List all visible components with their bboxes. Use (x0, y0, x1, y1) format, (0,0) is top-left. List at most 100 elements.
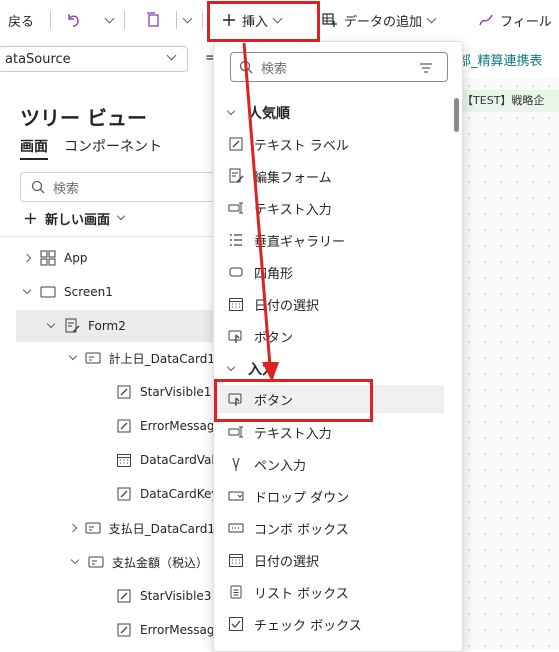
text-input-icon (228, 200, 244, 216)
tree-node-label: Form2 (88, 319, 126, 333)
formula-input[interactable]: 部_精算連携表 (458, 50, 543, 69)
menu-item-text-input[interactable]: テキスト入力 (216, 194, 444, 222)
tree-node-label: 計上日_DataCard1 (108, 351, 215, 366)
menu-item-label: 垂直ギャラリー (254, 234, 346, 250)
fields-button[interactable]: フィール (478, 0, 552, 40)
combo-box-icon (228, 520, 244, 536)
menu-item-list-box[interactable]: リスト ボックス (216, 578, 444, 606)
new-screen-label: 新しい画面 (45, 212, 111, 228)
search-icon (31, 180, 45, 194)
copy-button[interactable] (144, 0, 162, 40)
menu-item-date-picker[interactable]: 日付の選択 (216, 290, 444, 318)
tree-node-control[interactable]: ErrorMessage (110, 614, 215, 646)
section-label: 人気順 (248, 106, 290, 122)
menu-item-label: ドロップ ダウン (254, 490, 350, 506)
undo-button[interactable] (64, 0, 82, 40)
filter-icon[interactable] (419, 62, 433, 74)
section-popular[interactable]: 人気順 (226, 99, 290, 127)
tree-node-control[interactable]: DataCardValu (110, 444, 215, 476)
fields-label: フィール (500, 14, 552, 30)
chevron-down-icon (182, 13, 193, 23)
tree-node-label: DataCardKey1 (140, 487, 215, 501)
pen-icon (228, 456, 244, 472)
undo-dropdown[interactable] (104, 0, 115, 40)
screen-icon (40, 284, 56, 300)
back-button[interactable]: 戻る (8, 0, 34, 40)
menu-item-vertical-gallery[interactable]: 垂直ギャラリー (216, 226, 444, 254)
insert-search-input[interactable]: 検索 (230, 52, 448, 82)
tab-components[interactable]: コンポーネント (64, 136, 162, 156)
edit-icon (116, 486, 132, 502)
calendar-icon (228, 552, 244, 568)
menu-item-dropdown[interactable]: ドロップ ダウン (216, 482, 444, 510)
tree-node-datacard[interactable]: 計上日_DataCard1 (68, 342, 215, 374)
property-dropdown[interactable]: ataSource (0, 46, 188, 72)
tree-node-label: ErrorMessage (140, 419, 216, 433)
checkbox-icon (228, 616, 244, 632)
tree-node-app[interactable]: App (20, 242, 215, 274)
menu-item-label: テキスト入力 (254, 426, 332, 442)
section-input[interactable]: 入力 (226, 355, 276, 383)
toolbar-divider (202, 11, 203, 29)
menu-item-label: ペン入力 (254, 458, 307, 474)
card-icon (88, 554, 104, 570)
new-screen-button[interactable]: 新しい画面 (24, 208, 126, 228)
tab-screens[interactable]: 画面 (20, 136, 48, 156)
tree-divider (0, 236, 215, 237)
chevron-down-icon (272, 13, 283, 23)
tree-node-form2[interactable]: Form2 (16, 310, 215, 342)
menu-item-label: テキスト入力 (254, 202, 332, 218)
tree-node-control[interactable]: ErrorMessage (110, 410, 215, 442)
list-box-icon (228, 584, 244, 600)
add-data-button[interactable]: データの追加 (322, 0, 437, 40)
menu-item-edit-form[interactable]: 編集フォーム (216, 162, 444, 190)
text-input-icon (228, 424, 244, 440)
menu-item-label: 編集フォーム (254, 170, 332, 186)
chevron-right-icon (22, 253, 32, 263)
menu-item-combo-box[interactable]: コンボ ボックス (216, 514, 444, 542)
menu-item-checkbox[interactable]: チェック ボックス (216, 610, 444, 638)
chevron-down-icon (70, 555, 80, 565)
property-value: ataSource (5, 51, 71, 67)
chevron-down-icon (426, 13, 437, 23)
collapse-caret[interactable] (20, 285, 34, 295)
menu-scrollbar[interactable] (454, 98, 459, 132)
tree-node-control[interactable]: StarVisible1 (110, 376, 215, 408)
tree-node-control[interactable]: DataCardKey1 (110, 478, 215, 510)
tree-node-label: 支払日_DataCard1 (108, 521, 215, 536)
tree-node-datacard[interactable]: 支払日_DataCard1 (68, 512, 215, 544)
menu-item-button[interactable]: ボタン (216, 322, 444, 350)
menu-item-text-label[interactable]: テキスト ラベル (216, 130, 444, 158)
gallery-icon (228, 232, 244, 248)
expand-caret[interactable] (68, 523, 79, 533)
database-add-icon (322, 13, 337, 27)
collapse-caret[interactable] (44, 319, 58, 329)
tree-node-control[interactable]: StarVisible3 (110, 580, 215, 612)
tree-node-label: DataCardValu (140, 453, 216, 467)
insert-label: 挿入 (242, 14, 269, 30)
dropdown-icon (228, 488, 244, 504)
menu-item-text-input[interactable]: テキスト入力 (216, 418, 444, 446)
button-icon (228, 391, 244, 407)
menu-item-rectangle[interactable]: 四角形 (216, 258, 444, 286)
plus-icon (223, 14, 235, 26)
tree-search-input[interactable]: 検索 (20, 172, 215, 202)
edit-icon (116, 622, 132, 638)
copy-dropdown[interactable] (182, 0, 193, 40)
edit-icon (116, 588, 132, 604)
tree-node-datacard[interactable]: 支払金額（税込） (68, 546, 215, 578)
insert-button[interactable]: 挿入 (222, 0, 283, 40)
tree-node-screen1[interactable]: Screen1 (20, 276, 215, 308)
collapse-caret[interactable] (68, 351, 79, 361)
menu-item-date-picker[interactable]: 日付の選択 (216, 546, 444, 574)
tree-view-pane: ツリー ビュー 画面 コンポーネント 検索 新しい画面 App Screen1 … (0, 78, 216, 650)
edit-icon (116, 384, 132, 400)
expand-caret[interactable] (20, 253, 34, 263)
collapse-caret[interactable] (68, 555, 82, 565)
tree-node-label: 支払金額（税込） (112, 555, 209, 570)
chevron-right-icon (69, 523, 78, 533)
menu-item-pen-input[interactable]: ペン入力 (216, 450, 444, 478)
menu-item-button[interactable]: ボタン (216, 385, 444, 413)
undo-icon (68, 14, 79, 27)
menu-item-label: 日付の選択 (254, 554, 320, 570)
